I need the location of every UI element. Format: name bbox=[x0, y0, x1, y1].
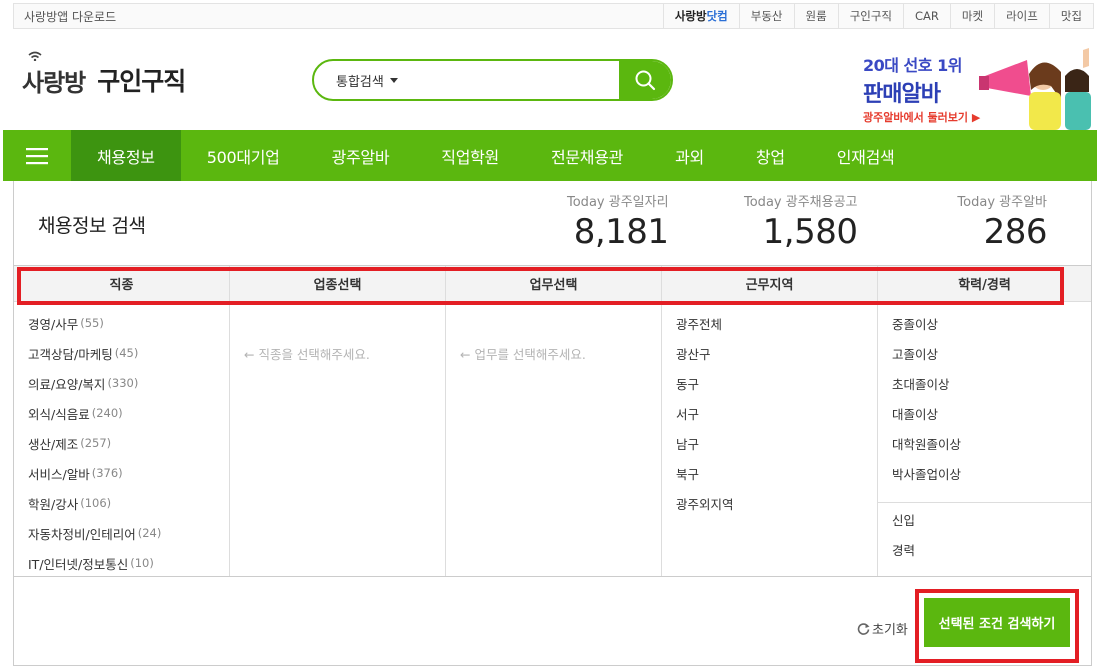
industry-hint: ← 직종을 선택해주세요. bbox=[244, 346, 370, 362]
list-item[interactable]: 대졸이상 bbox=[878, 398, 1091, 428]
stat-jobs: Today 광주일자리 8,181 bbox=[567, 195, 669, 252]
list-item[interactable]: IT/인터넷/정보통신 (10) bbox=[14, 548, 229, 578]
site-link-realestate[interactable]: 부동산 bbox=[738, 4, 794, 28]
nav-item-talent-search[interactable]: 인재검색 bbox=[811, 130, 921, 181]
list-item[interactable]: 자동차정비/인테리어 (24) bbox=[14, 518, 229, 548]
page-title: 채용정보 검색 bbox=[38, 215, 146, 237]
nav-item-gwangju-alba[interactable]: 광주알바 bbox=[306, 130, 416, 181]
list-item[interactable]: 북구 bbox=[662, 458, 877, 488]
banner-link: 광주알바에서 둘러보기 ▶ bbox=[863, 111, 981, 124]
list-item[interactable]: 경력 bbox=[878, 534, 1091, 564]
site-link-car[interactable]: CAR bbox=[903, 4, 950, 28]
list-item[interactable]: 박사졸업이상 bbox=[878, 458, 1091, 488]
nav-item-academy[interactable]: 직업학원 bbox=[415, 130, 525, 181]
search-scope-select[interactable]: 통합검색 bbox=[314, 61, 619, 99]
refresh-icon bbox=[857, 623, 870, 635]
list-item[interactable]: 경영/사무 (55) bbox=[14, 308, 229, 338]
site-link-jobs[interactable]: 구인구직 bbox=[837, 4, 903, 28]
list-item[interactable]: 남구 bbox=[662, 428, 877, 458]
list-item[interactable]: 광주전체 bbox=[662, 308, 877, 338]
nav-item-startup[interactable]: 창업 bbox=[730, 130, 811, 181]
site-link-life[interactable]: 라이프 bbox=[994, 4, 1049, 28]
search-button[interactable] bbox=[619, 61, 671, 99]
app-download-link[interactable]: 사랑방앱 다운로드 bbox=[14, 8, 116, 25]
list-item[interactable]: 생산/제조 (257) bbox=[14, 428, 229, 458]
banner-title: 판매알바 bbox=[863, 82, 941, 107]
industry-column: 업종선택 ← 직종을 선택해주세요. bbox=[230, 266, 446, 576]
list-item[interactable]: 신입 bbox=[878, 504, 1091, 534]
header-highlight bbox=[17, 267, 1064, 305]
search-conditions-button[interactable]: 선택된 조건 검색하기 bbox=[924, 598, 1070, 647]
list-item[interactable]: 서구 bbox=[662, 398, 877, 428]
search-bar: 통합검색 bbox=[312, 59, 673, 101]
nav-item-500corp[interactable]: 500대기업 bbox=[181, 130, 306, 181]
stat-alba: Today 광주알바 286 bbox=[957, 195, 1047, 252]
site-link-dotcom[interactable]: 사랑방 닷컴 bbox=[662, 4, 739, 28]
list-item[interactable]: 대학원졸이상 bbox=[878, 428, 1091, 458]
logo-sub: 구인구직 bbox=[97, 67, 186, 96]
task-column: 업무선택 ← 업무를 선택해주세요. bbox=[446, 266, 662, 576]
stat-postings: Today 광주채용공고 1,580 bbox=[744, 195, 858, 252]
hamburger-menu-button[interactable] bbox=[3, 130, 71, 181]
list-item[interactable]: 광주외지역 bbox=[662, 488, 877, 518]
list-item[interactable]: 학원/강사 (106) bbox=[14, 488, 229, 518]
site-link-market[interactable]: 마켓 bbox=[949, 4, 994, 28]
site-nav: 사랑방 닷컴 부동산 원룸 구인구직 CAR 마켓 라이프 맛집 bbox=[662, 4, 1093, 28]
list-item[interactable]: 고졸이상 bbox=[878, 338, 1091, 368]
site-link-food[interactable]: 맛집 bbox=[1048, 4, 1093, 28]
filter-columns: 직종 경영/사무 (55) 고객상담/마케팅 (45) 의료/요양/복지 (330) … bbox=[14, 265, 1091, 577]
list-item[interactable]: 고객상담/마케팅 (45) bbox=[14, 338, 229, 368]
job-search-panel: 채용정보 검색 Today 광주일자리 8,181 Today 광주채용공고 1… bbox=[13, 181, 1092, 666]
hamburger-icon bbox=[26, 147, 48, 164]
nav-item-tutoring[interactable]: 과외 bbox=[649, 130, 730, 181]
nav-item-specialist[interactable]: 전문채용관 bbox=[525, 130, 649, 181]
list-item[interactable]: 중졸이상 bbox=[878, 308, 1091, 338]
list-item[interactable]: 외식/식음료 (240) bbox=[14, 398, 229, 428]
promo-banner[interactable]: 20대 선호 1위 판매알바 광주알바에서 둘러보기 ▶ bbox=[845, 38, 1095, 130]
list-item[interactable]: 동구 bbox=[662, 368, 877, 398]
megaphone-illustration bbox=[979, 48, 1091, 130]
region-column: 근무지역 광주전체 광산구 동구 서구 남구 북구 광주외지역 bbox=[662, 266, 878, 576]
list-item[interactable]: 서비스/알바 (376) bbox=[14, 458, 229, 488]
task-hint: ← 업무를 선택해주세요. bbox=[460, 346, 586, 362]
top-utility-bar: 사랑방앱 다운로드 사랑방 닷컴 부동산 원룸 구인구직 CAR 마켓 라이프 맛… bbox=[13, 3, 1094, 29]
list-item[interactable]: 의료/요양/복지 (330) bbox=[14, 368, 229, 398]
site-logo[interactable]: 사랑방 구인구직 bbox=[22, 51, 186, 100]
banner-headline: 20대 선호 1위 bbox=[863, 56, 962, 75]
search-icon bbox=[635, 70, 656, 91]
caret-down-icon bbox=[389, 77, 398, 83]
education-column: 학력/경력 중졸이상 고졸이상 초대졸이상 대졸이상 대학원졸이상 박사졸업이상… bbox=[878, 266, 1091, 576]
list-item[interactable]: 초대졸이상 bbox=[878, 368, 1091, 398]
main-nav: 채용정보 500대기업 광주알바 직업학원 전문채용관 과외 창업 인재검색 bbox=[3, 130, 1097, 181]
nav-item-jobinfo[interactable]: 채용정보 bbox=[71, 130, 181, 181]
job-type-column: 직종 경영/사무 (55) 고객상담/마케팅 (45) 의료/요양/복지 (330) … bbox=[14, 266, 230, 576]
site-link-oneroom[interactable]: 원룸 bbox=[793, 4, 838, 28]
wifi-icon bbox=[28, 51, 42, 61]
list-item[interactable]: 광산구 bbox=[662, 338, 877, 368]
reset-button[interactable]: 초기화 bbox=[857, 619, 908, 638]
logo-brand: 사랑방 bbox=[22, 51, 86, 98]
